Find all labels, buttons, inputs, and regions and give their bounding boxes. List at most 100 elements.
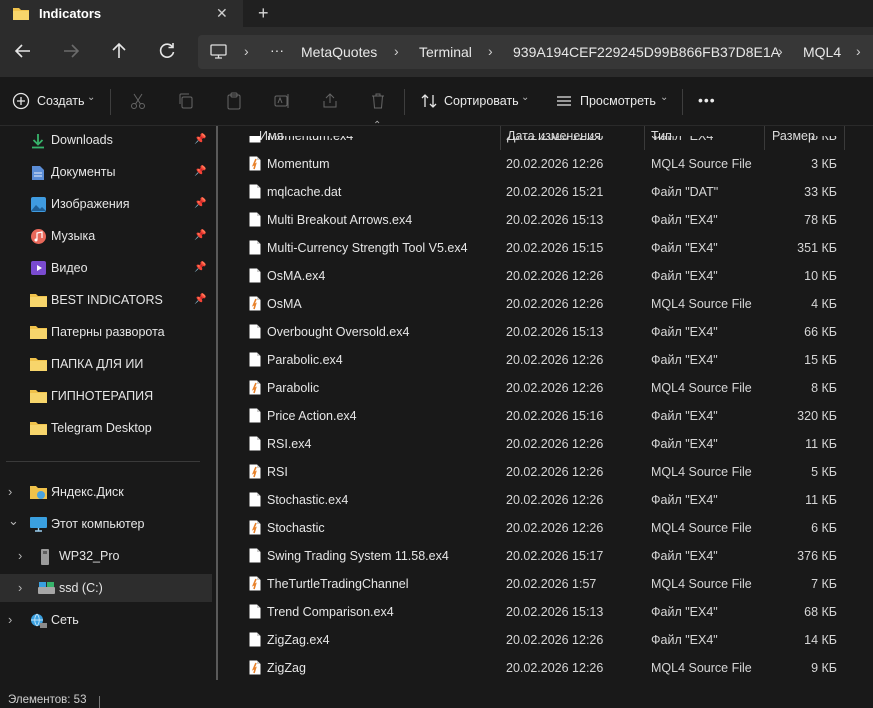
file-row[interactable]: OsMA 20.02.2026 12:26 MQL4 Source File 4 КБ [229, 290, 869, 318]
file-name: Overbought Oversold.ex4 [267, 325, 410, 339]
chevron-right-icon: › [244, 43, 249, 59]
file-icon [249, 408, 261, 426]
chevron-right-icon[interactable]: › [18, 580, 22, 595]
breadcrumb-terminal[interactable]: Terminal [419, 44, 472, 60]
address-bar-row: › ··· MetaQuotes › Terminal › 939A194CEF… [0, 27, 873, 77]
file-type: MQL4 Source File [651, 661, 752, 675]
sidebar-item-label: Изображения [51, 197, 130, 211]
file-type: Файл "EX4" [651, 605, 718, 619]
back-arrow-icon[interactable] [12, 40, 34, 62]
network-icon [30, 613, 47, 632]
sidebar-scrollbar[interactable] [216, 126, 218, 680]
file-row[interactable]: Swing Trading System 11.58.ex4 20.02.2026… [229, 542, 869, 570]
file-name: OsMA.ex4 [267, 269, 326, 283]
sidebar-item-downloads[interactable]: Downloads 📌 [0, 126, 212, 154]
sidebar-item-wp32-pro[interactable]: › WP32_Pro [0, 542, 212, 570]
file-date: 20.02.2026 1:57 [506, 577, 597, 591]
pin-icon: 📌 [194, 262, 207, 273]
file-row[interactable]: ZigZag 20.02.2026 12:26 MQL4 Source File 9 … [229, 654, 869, 682]
file-date: 20.02.2026 12:26 [506, 661, 604, 675]
file-row[interactable]: Price Action.ex4 20.02.2026 15:16 Файл "EX… [229, 402, 869, 430]
sidebar-item-documents[interactable]: Документы 📌 [0, 158, 212, 186]
sidebar-item-best-indicators[interactable]: BEST INDICATORS 📌 [0, 286, 212, 314]
chevron-right-icon[interactable]: › [8, 612, 12, 627]
tab-indicators[interactable]: Indicators ✕ [0, 0, 243, 27]
chevron-right-icon[interactable]: › [8, 484, 12, 499]
file-date: 20.02.2026 12:26 [506, 465, 604, 479]
view-icon [555, 92, 573, 113]
file-row[interactable]: RSI.ex4 20.02.2026 12:26 Файл "EX4" 11 КБ [229, 430, 869, 458]
breadcrumb-metaquotes[interactable]: MetaQuotes [301, 44, 377, 60]
up-arrow-icon[interactable] [108, 40, 130, 62]
cut-icon[interactable] [129, 92, 147, 113]
file-icon [249, 632, 261, 650]
file-size: 320 КБ [797, 409, 837, 423]
close-tab-icon[interactable]: ✕ [216, 5, 228, 22]
breadcrumb-more[interactable]: ··· [270, 42, 284, 58]
file-date: 20.02.2026 15:17 [506, 549, 604, 563]
file-type: Файл "EX4" [651, 269, 718, 283]
sidebar-item-folder[interactable]: ГИПНОТЕРАПИЯ [0, 382, 212, 410]
chevron-right-icon[interactable]: › [18, 548, 22, 563]
pin-icon: 📌 [194, 230, 207, 241]
file-name: TheTurtleTradingChannel [267, 577, 409, 591]
file-type: Файл "EX4" [651, 409, 718, 423]
sidebar-item-yandex-disk[interactable]: › Яндекс.Диск [0, 478, 212, 506]
more-options-button[interactable]: ••• [698, 92, 716, 108]
file-icon [249, 136, 261, 146]
file-row[interactable]: ZigZag.ex4 20.02.2026 12:26 Файл "EX4" 14 К… [229, 626, 869, 654]
sidebar-item-pictures[interactable]: Изображения 📌 [0, 190, 212, 218]
view-button[interactable]: Просмотреть [580, 94, 656, 108]
sidebar-item-music[interactable]: Музыка 📌 [0, 222, 212, 250]
sidebar-item-ssd-c[interactable]: › ssd (C:) [0, 574, 212, 602]
sidebar-item-label: ГИПНОТЕРАПИЯ [51, 389, 154, 403]
file-row[interactable]: Stochastic.ex4 20.02.2026 12:26 Файл "EX4"… [229, 486, 869, 514]
file-icon [249, 604, 261, 622]
file-row[interactable]: RSI 20.02.2026 12:26 MQL4 Source File 5 КБ [229, 458, 869, 486]
toolbar-divider [110, 89, 111, 115]
sidebar-item-folder[interactable]: ПАПКА ДЛЯ ИИ [0, 350, 212, 378]
file-row[interactable]: Multi Breakout Arrows.ex4 20.02.2026 15:1… [229, 206, 869, 234]
paste-icon[interactable] [225, 92, 243, 113]
sidebar-item-folder[interactable]: Патерны разворота [0, 318, 212, 346]
breadcrumb-mql4[interactable]: MQL4 [803, 44, 841, 60]
address-bar[interactable]: › ··· MetaQuotes › Terminal › 939A194CEF… [198, 35, 873, 69]
forward-arrow-icon[interactable] [60, 40, 82, 62]
file-row[interactable]: Parabolic.ex4 20.02.2026 12:26 Файл "EX4" 1… [229, 346, 869, 374]
rename-icon[interactable] [273, 92, 291, 113]
mql4-source-file-icon [249, 520, 261, 538]
file-type: MQL4 Source File [651, 465, 752, 479]
file-row[interactable]: TheTurtleTradingChannel 20.02.2026 1:57 MQ… [229, 570, 869, 598]
file-row[interactable]: Momentum.ex4 20.02.2026 12:26 Файл "EX4" 8 … [229, 136, 869, 150]
sidebar-item-label: Яндекс.Диск [51, 485, 124, 499]
file-size: 7 КБ [811, 577, 837, 591]
sidebar-item-folder[interactable]: Telegram Desktop [0, 414, 212, 442]
breadcrumb-terminal-id[interactable]: 939A194CEF229245D99B866FB37D8E1A [513, 44, 780, 60]
sidebar-item-video[interactable]: Видео 📌 [0, 254, 212, 282]
mql4-source-file-icon [249, 464, 261, 482]
file-row[interactable]: Overbought Oversold.ex4 20.02.2026 15:13 Ф… [229, 318, 869, 346]
create-button[interactable]: Создать [37, 94, 85, 108]
chevron-down-icon[interactable]: ⌄ [8, 513, 19, 529]
file-icon [249, 492, 261, 510]
pin-icon: 📌 [194, 294, 207, 305]
share-icon[interactable] [321, 92, 339, 113]
delete-icon[interactable] [369, 92, 387, 113]
file-date: 20.02.2026 12:26 [506, 493, 604, 507]
file-row[interactable]: Multi-Currency Strength Tool V5.ex4 20.02… [229, 234, 869, 262]
sort-button[interactable]: Сортировать [444, 94, 519, 108]
file-row[interactable]: OsMA.ex4 20.02.2026 12:26 Файл "EX4" 10 КБ [229, 262, 869, 290]
mql4-source-file-icon [249, 156, 261, 174]
sidebar-item-this-pc[interactable]: ⌄ Этот компьютер [0, 510, 212, 538]
file-row[interactable]: Momentum 20.02.2026 12:26 MQL4 Source File… [229, 150, 869, 178]
file-row[interactable]: mqlcache.dat 20.02.2026 15:21 Файл "DAT" 33… [229, 178, 869, 206]
copy-icon[interactable] [177, 92, 195, 113]
file-size: 351 КБ [797, 241, 837, 255]
refresh-icon[interactable] [156, 40, 178, 62]
new-tab-button[interactable]: + [258, 3, 269, 24]
file-icon [249, 324, 261, 342]
sidebar-item-network[interactable]: › Сеть [0, 606, 212, 634]
file-row[interactable]: Trend Comparison.ex4 20.02.2026 15:13 Файл… [229, 598, 869, 626]
file-row[interactable]: Stochastic 20.02.2026 12:26 MQL4 Source Fi… [229, 514, 869, 542]
file-row[interactable]: Parabolic 20.02.2026 12:26 MQL4 Source Fil… [229, 374, 869, 402]
